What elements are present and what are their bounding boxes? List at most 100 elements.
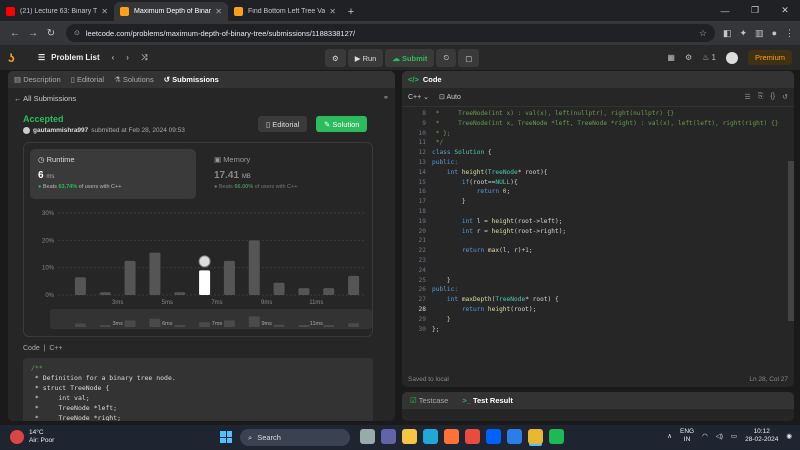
tab-submissions[interactable]: ↺ Submissions xyxy=(164,75,219,84)
code-line[interactable]: int maxDepth(TreeNode* root) { xyxy=(432,295,559,305)
start-button[interactable] xyxy=(220,431,232,443)
runtime-bar[interactable] xyxy=(323,288,335,295)
maximize-icon[interactable]: ❐ xyxy=(740,0,770,21)
edge-icon[interactable] xyxy=(423,429,438,444)
code-line[interactable]: if(root==NULL){ xyxy=(432,178,518,188)
dropbox-icon[interactable] xyxy=(486,429,501,444)
code-line[interactable]: * }; xyxy=(432,129,451,139)
taskbar-search[interactable]: ⌕ Search xyxy=(240,429,350,446)
reload-icon[interactable]: ↻ xyxy=(42,28,60,39)
tab-description[interactable]: ▤ Description xyxy=(14,75,61,84)
wifi-icon[interactable]: ◠ xyxy=(702,432,708,440)
username[interactable]: gautammishra997 xyxy=(33,127,88,134)
forward-icon[interactable]: → xyxy=(24,28,42,39)
code-line[interactable]: return max(l, r)+1; xyxy=(432,246,533,256)
submit-button[interactable]: ☁ Submit xyxy=(385,49,435,67)
file-explorer-icon[interactable] xyxy=(402,429,417,444)
clock[interactable]: 10:12 28-02-2024 xyxy=(745,428,778,444)
runtime-card[interactable]: ◷ Runtime 6 ms ● Beats 63.74% of users w… xyxy=(30,149,196,199)
language-indicator[interactable]: ENG IN xyxy=(680,428,694,444)
notification-icon[interactable]: ◉ xyxy=(786,432,792,440)
code-line[interactable]: return height(root); xyxy=(432,305,537,315)
close-window-icon[interactable]: ✕ xyxy=(770,0,800,21)
code-line[interactable]: */ xyxy=(432,138,443,148)
link-icon[interactable]: ⚭ xyxy=(383,93,389,102)
language-select[interactable]: C++ ⌄ xyxy=(408,93,429,101)
prev-problem-icon[interactable]: ‹ xyxy=(112,53,115,62)
editorial-button[interactable]: ▯ Editorial xyxy=(258,116,308,132)
menu-kebab-icon[interactable]: ⋮ xyxy=(785,28,794,39)
problem-list-nav[interactable]: ☰ Problem List ‹ › ⤨ xyxy=(38,53,147,63)
runtime-bar[interactable] xyxy=(74,277,86,295)
runtime-distribution-chart[interactable]: 30% 20% 10% 0% 3ms 5ms 7ms 9ms 11ms 3ms 6ms 7ms 9ms 1… xyxy=(24,205,374,337)
runtime-bar[interactable] xyxy=(149,252,161,295)
battery-icon[interactable]: ▭ xyxy=(731,432,737,440)
reset-icon[interactable]: ↺ xyxy=(782,93,788,101)
code-line[interactable]: public: xyxy=(432,285,458,295)
runtime-bar[interactable] xyxy=(199,270,211,295)
chrome-icon[interactable] xyxy=(528,429,543,444)
bookmark-icon[interactable]: ⎘ xyxy=(758,93,764,101)
runtime-bar[interactable] xyxy=(223,260,235,295)
runtime-bar[interactable] xyxy=(273,282,285,295)
runtime-bar[interactable] xyxy=(348,275,360,295)
code-line[interactable]: } xyxy=(432,315,451,325)
volume-icon[interactable]: ◁) xyxy=(716,432,723,440)
submitted-code-preview[interactable]: /** * Definition for a binary tree node.… xyxy=(23,358,373,421)
editor-scrollbar[interactable] xyxy=(788,161,794,321)
memory-card[interactable]: ▣ Memory 17.41 MB ● Beats 66.00% of user… xyxy=(206,149,366,199)
weather-widget[interactable]: 14°C Air: Poor xyxy=(10,429,54,445)
back-icon[interactable]: ← xyxy=(6,28,24,39)
code-line[interactable]: * TreeNode(int x) : val(x), left(nullptr… xyxy=(432,109,674,119)
office-icon[interactable] xyxy=(465,429,480,444)
runtime-bar[interactable] xyxy=(99,292,111,295)
teams-icon[interactable] xyxy=(381,429,396,444)
braces-icon[interactable]: {} xyxy=(770,93,775,101)
code-line[interactable]: return 0; xyxy=(432,187,511,197)
puzzle-icon[interactable]: ✦ xyxy=(740,28,748,39)
browser-tab-bottom-left[interactable]: Find Bottom Left Tree Value - Le ✕ xyxy=(228,2,342,21)
browser-tab-max-depth[interactable]: Maximum Depth of Binary Tree ✕ xyxy=(114,2,228,21)
shuffle-icon[interactable]: ⤨ xyxy=(141,53,147,63)
code-line[interactable]: public: xyxy=(432,158,458,168)
minimize-icon[interactable]: — xyxy=(710,0,740,21)
tab-testcase[interactable]: ☑ Testcase xyxy=(410,396,448,405)
streak-counter[interactable]: ♨ 1 xyxy=(702,53,716,62)
code-line[interactable]: int height(TreeNode* root){ xyxy=(432,168,548,178)
sidepanel-icon[interactable]: ▥ xyxy=(755,28,764,39)
firefox-icon[interactable] xyxy=(444,429,459,444)
next-problem-icon[interactable]: › xyxy=(126,53,129,62)
run-button[interactable]: ▶ Run xyxy=(347,49,384,67)
close-tab-icon[interactable]: ✕ xyxy=(329,7,336,16)
premium-button[interactable]: Premium xyxy=(747,50,792,65)
code-line[interactable]: * TreeNode(int x, TreeNode *left, TreeNo… xyxy=(432,119,779,129)
new-tab-button[interactable]: + xyxy=(342,2,360,21)
runtime-bar[interactable] xyxy=(248,240,260,295)
auto-toggle[interactable]: ⊡ Auto xyxy=(439,93,461,101)
tab-editorial[interactable]: ▯ Editorial xyxy=(71,75,104,84)
tray-chevron-icon[interactable]: ∧ xyxy=(667,432,672,440)
tab-solutions[interactable]: ⚗ Solutions xyxy=(114,75,154,84)
spotify-icon[interactable] xyxy=(549,429,564,444)
site-info-icon[interactable]: ⊙ xyxy=(74,29,80,37)
code-line[interactable]: } xyxy=(432,197,466,207)
code-line[interactable]: } xyxy=(432,276,451,286)
tab-test-result[interactable]: >_ Test Result xyxy=(462,396,513,405)
leetcode-logo-icon[interactable]: ʖ xyxy=(8,51,22,65)
all-submissions-link[interactable]: ← All Submissions ⚭ xyxy=(8,88,395,109)
runtime-bar[interactable] xyxy=(124,260,136,295)
url-input[interactable]: ⊙ leetcode.com/problems/maximum-depth-of… xyxy=(66,24,715,42)
code-line[interactable]: int l = height(root->left); xyxy=(432,217,563,227)
code-line[interactable]: class Solution { xyxy=(432,148,492,158)
browser-tab-youtube[interactable]: (21) Lecture 63: Binary Tree FAA ✕ xyxy=(0,2,114,21)
close-tab-icon[interactable]: ✕ xyxy=(101,7,108,16)
timer-button[interactable]: ⏲ xyxy=(436,49,457,67)
code-editor[interactable]: 8 * TreeNode(int x) : val(x), left(nullp… xyxy=(402,107,794,369)
task-view-icon[interactable] xyxy=(360,429,375,444)
code-line[interactable]: }; xyxy=(432,325,439,335)
bookmark-star-icon[interactable]: ☆ xyxy=(699,28,707,39)
photos-icon[interactable] xyxy=(507,429,522,444)
runtime-bar[interactable] xyxy=(298,288,310,295)
settings-gear-icon[interactable]: ⚙ xyxy=(685,53,692,62)
solution-button[interactable]: ✎ Solution xyxy=(316,116,368,132)
